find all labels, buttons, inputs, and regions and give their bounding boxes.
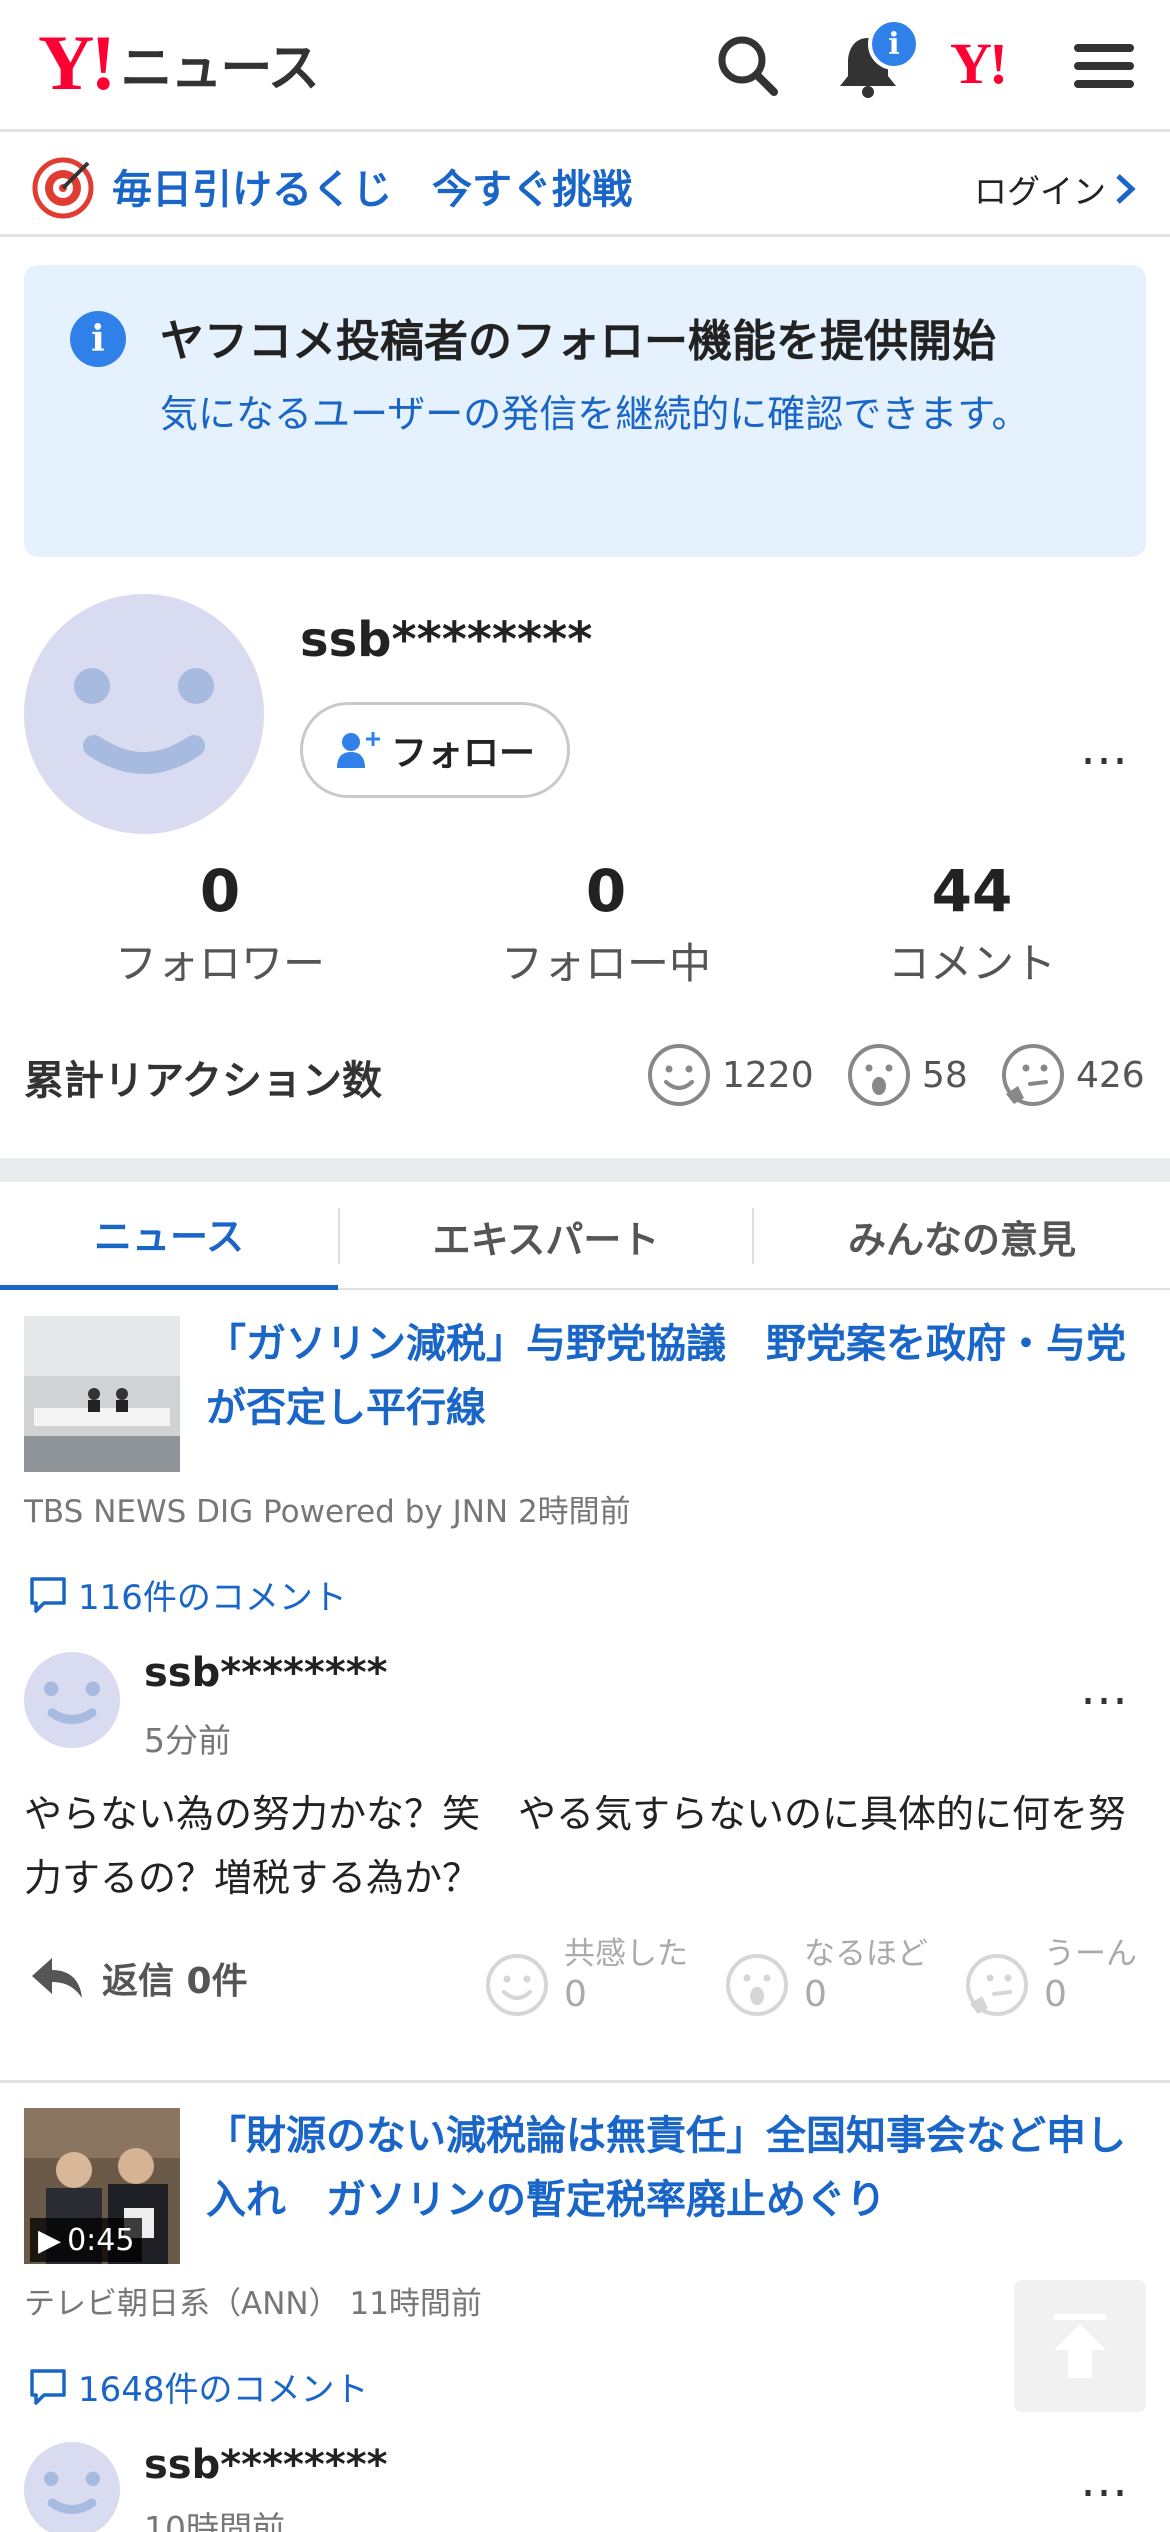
reaction-label: なるほど — [804, 1936, 928, 1972]
stat-value: 0 — [585, 857, 627, 925]
notice-title: ヤフコメ投稿者のフォロー機能を提供開始 — [160, 316, 996, 367]
profile-username: ssb******** — [300, 612, 593, 668]
yahoo-news-logo[interactable]: Y! ニュース — [38, 24, 320, 102]
comment-more-icon[interactable]: … — [1080, 2452, 1130, 2508]
hmm-icon — [966, 1954, 1028, 2016]
reaction-label: うーん — [1044, 1936, 1137, 1972]
tab-news[interactable]: ニュース — [0, 1182, 338, 1290]
yahoo-mini-logo[interactable]: Y! — [950, 30, 1008, 97]
video-duration-badge: ▶ 0:45 — [30, 2218, 143, 2262]
surprised-icon — [848, 1044, 910, 1106]
stat-following[interactable]: 0 フォロー中 — [486, 857, 726, 991]
feed-divider — [0, 2080, 1170, 2083]
stat-value: 44 — [931, 857, 1013, 925]
smiley-avatar-icon — [74, 668, 214, 774]
reply-button[interactable]: 返信 0件 — [30, 1952, 248, 2004]
article-title[interactable]: 「財源のない減税論は無責任」全国知事会など申し入れ ガソリンの暫定税率廃止めぐり — [206, 2104, 1146, 2232]
stat-label: コメント — [887, 938, 1056, 988]
scroll-to-top-button[interactable] — [1014, 2280, 1146, 2412]
comment-username: ssb******** — [144, 2442, 388, 2488]
smile-icon — [648, 1044, 710, 1106]
search-icon[interactable] — [712, 30, 784, 102]
target-icon — [32, 157, 94, 219]
comments-count: 116件のコメント — [78, 1578, 347, 1618]
add-user-icon — [336, 732, 380, 768]
smiley-avatar-icon — [44, 1681, 100, 1724]
content-tabs: ニュース エキスパート みんなの意見 — [0, 1182, 1170, 1290]
user-avatar — [24, 594, 264, 834]
comments-count: 1648件のコメント — [78, 2370, 369, 2410]
surprised-icon — [726, 1954, 788, 2016]
tab-expert[interactable]: エキスパート — [340, 1182, 752, 1290]
reaction-hmm: 426 — [1000, 1042, 1145, 1108]
article-source: テレビ朝日系（ANN） 11時間前 — [24, 2286, 482, 2322]
press-conference-image — [24, 1316, 180, 1472]
play-icon: ▶ — [38, 2222, 62, 2258]
reply-arrow-icon — [32, 1958, 82, 1998]
reaction-insightful[interactable]: なるほど 0 — [724, 1936, 928, 2018]
article-thumbnail[interactable] — [24, 1316, 180, 1472]
follow-label: フォロー — [390, 733, 535, 774]
comment-bubble-icon — [30, 1576, 66, 1613]
login-link[interactable]: ログイン — [974, 165, 1138, 213]
reaction-smile: 1220 — [646, 1042, 814, 1108]
stat-value: 0 — [199, 857, 241, 925]
promo-text[interactable]: 毎日引けるくじ 今すぐ挑戦 — [112, 157, 632, 215]
tab-opinions[interactable]: みんなの意見 — [754, 1182, 1170, 1290]
reaction-surprised: 58 — [846, 1042, 968, 1108]
reaction-count: 1220 — [722, 1054, 814, 1096]
reaction-hmm[interactable]: うーん 0 — [964, 1936, 1137, 2018]
lottery-promo-bar[interactable]: 毎日引けるくじ 今すぐ挑戦 ログイン — [0, 135, 1170, 237]
arrow-up-icon — [1054, 2314, 1106, 2378]
follow-feature-notice: i ヤフコメ投稿者のフォロー機能を提供開始 気になるユーザーの発信を継続的に確認… — [24, 265, 1146, 557]
menu-icon[interactable] — [1068, 30, 1140, 102]
stat-followers[interactable]: 0 フォロワー — [100, 857, 340, 991]
smile-icon — [486, 1954, 548, 2016]
news-logo-text: ニュース — [120, 38, 319, 99]
smiley-avatar-icon — [44, 2471, 100, 2514]
yahoo-logo-mark: Y! — [38, 19, 116, 106]
reaction-count: 0 — [564, 1974, 587, 2016]
chevron-right-icon — [1116, 174, 1136, 204]
login-label: ログイン — [974, 172, 1106, 211]
comment-bubble-icon — [30, 2368, 66, 2405]
stat-comments[interactable]: 44 コメント — [852, 857, 1092, 991]
hmm-icon — [1002, 1044, 1064, 1106]
reaction-count: 0 — [804, 1974, 827, 2016]
article-source: TBS NEWS DIG Powered by JNN 2時間前 — [24, 1494, 631, 1530]
commenter-avatar — [24, 2442, 120, 2532]
info-icon: i — [70, 311, 126, 367]
comment-time: 10時間前 — [144, 2509, 285, 2532]
reaction-count: 58 — [922, 1054, 968, 1096]
profile-more-icon[interactable]: … — [1080, 720, 1130, 776]
commenter-avatar — [24, 1652, 120, 1748]
app-header: Y! ニュース i Y! — [0, 0, 1170, 132]
article-title[interactable]: 「ガソリン減税」与野党協議 野党案を政府・与党が否定し平行線 — [206, 1312, 1146, 1440]
comment-more-icon[interactable]: … — [1080, 1660, 1130, 1716]
notification-badge: i — [868, 18, 920, 70]
comment-body: やらない為の努力かな？笑 やる気すらないのに具体的に何を努力するの？増税する為か… — [24, 1792, 1127, 1900]
total-reactions-title: 累計リアクション数 — [24, 1058, 382, 1104]
video-duration: 0:45 — [67, 2222, 135, 2258]
comment-time: 5分前 — [144, 1721, 231, 1760]
reaction-count: 0 — [1044, 1974, 1067, 2016]
reaction-label: 共感した — [564, 1936, 688, 1972]
reaction-empathize[interactable]: 共感した 0 — [484, 1936, 688, 2018]
notice-body: 気になるユーザーの発信を継続的に確認できます。 — [160, 392, 1030, 436]
section-divider — [0, 1158, 1170, 1182]
article-comments-link[interactable]: 116件のコメント — [28, 1570, 347, 1619]
comment-username: ssb******** — [144, 1650, 388, 1696]
reply-count: 返信 0件 — [102, 1961, 248, 2002]
reaction-count: 426 — [1076, 1054, 1145, 1096]
article-comments-link[interactable]: 1648件のコメント — [28, 2362, 369, 2411]
stat-label: フォロー中 — [500, 938, 711, 988]
stat-label: フォロワー — [114, 938, 325, 988]
follow-button[interactable]: フォロー — [300, 702, 570, 798]
